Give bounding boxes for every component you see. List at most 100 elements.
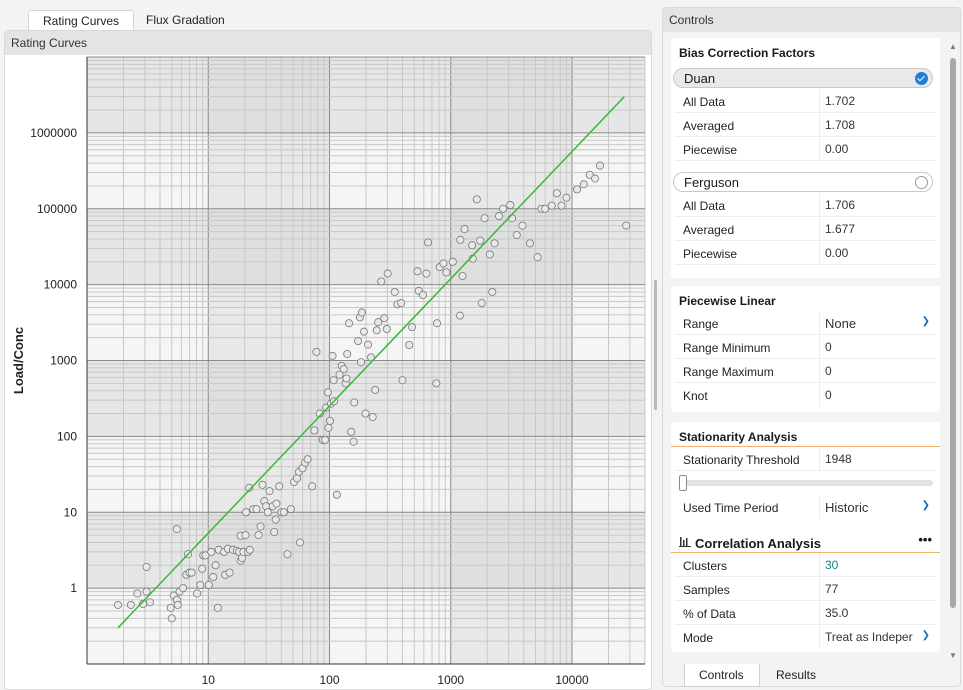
correlation-title: Correlation Analysis: [695, 536, 821, 551]
data-point: [126, 600, 135, 609]
row-label: Averaged: [683, 119, 735, 133]
controls-panel: Controls Bias Correction Factors Duan Al…: [662, 7, 961, 687]
data-point: [372, 326, 381, 335]
chevron-down-icon[interactable]: ❯: [922, 630, 930, 641]
rating-curve-chart[interactable]: 10 100 1000 10000 1 10 100 1000 10000 100000 10000…: [5, 55, 651, 690]
mode-select[interactable]: Treat as Indeper: [825, 630, 921, 644]
row-value: 0.00: [825, 246, 849, 260]
scroll-up-icon[interactable]: ▲: [949, 42, 957, 51]
data-point: [579, 180, 588, 189]
slider-thumb[interactable]: [679, 475, 687, 491]
data-point: [345, 319, 354, 328]
data-point: [507, 214, 516, 223]
ferguson-option[interactable]: Ferguson: [673, 172, 933, 192]
data-point: [225, 568, 234, 577]
used-time-period-row[interactable]: Used Time Period Historic ❯: [675, 496, 936, 519]
data-point: [283, 550, 292, 559]
row-value: 0.00: [825, 142, 849, 156]
y-tick-label: 10: [64, 505, 78, 519]
row-label: Samples: [683, 583, 730, 597]
duan-all-data-row: All Data 1.702: [675, 90, 936, 113]
row-label: Knot: [683, 389, 708, 403]
section-divider: [671, 446, 940, 447]
tab-flux-gradation[interactable]: Flux Gradation: [132, 10, 239, 30]
tab-rating-curves[interactable]: Rating Curves: [28, 10, 135, 30]
data-point: [499, 204, 508, 213]
mode-row[interactable]: Mode Treat as Indeper ❯: [675, 626, 936, 649]
section-divider: [671, 552, 940, 553]
time-period-select[interactable]: Historic: [825, 500, 868, 515]
range-select[interactable]: None: [825, 316, 856, 331]
data-point: [512, 231, 521, 240]
row-label: Clusters: [683, 559, 728, 573]
piecewise-section: Piecewise Linear Range None ❯ Range Minimu…: [671, 286, 940, 412]
data-point: [173, 600, 182, 609]
chevron-down-icon[interactable]: ❯: [922, 500, 930, 511]
data-point: [368, 413, 377, 422]
data-point: [329, 376, 338, 385]
ferguson-label: Ferguson: [684, 175, 739, 190]
rating-curves-panel: Rating Curves 10 100 1000 10000 1 10 100 1000 10…: [4, 30, 652, 690]
data-point: [390, 287, 399, 296]
scrollbar-thumb[interactable]: [950, 58, 956, 608]
knot-field[interactable]: 0: [825, 388, 832, 402]
data-point: [573, 185, 582, 194]
data-point: [343, 349, 352, 358]
row-label: Piecewise: [683, 247, 738, 261]
data-point: [380, 314, 389, 323]
range-minimum-field[interactable]: 0: [825, 340, 832, 354]
x-tick-label: 100: [319, 673, 339, 687]
data-point: [547, 201, 556, 210]
bias-section-title: Bias Correction Factors: [679, 46, 816, 60]
row-label: Range Maximum: [683, 365, 774, 379]
samples-row: Samples 77: [675, 578, 936, 601]
data-point: [377, 277, 386, 286]
duan-piecewise-row: Piecewise 0.00: [675, 138, 936, 161]
row-value: 1.702: [825, 94, 856, 108]
data-point: [275, 482, 284, 491]
data-point: [295, 538, 304, 547]
row-value: 1.706: [825, 198, 856, 212]
x-tick-label: 10000: [555, 673, 589, 687]
data-point: [270, 527, 279, 536]
data-point: [591, 174, 600, 183]
data-point: [323, 388, 332, 397]
duan-averaged-row: Averaged 1.708: [675, 114, 936, 137]
splitter-handle[interactable]: [654, 280, 657, 410]
data-point: [472, 195, 481, 204]
data-point: [207, 547, 216, 556]
data-point: [468, 241, 477, 250]
more-options-button[interactable]: •••: [918, 532, 932, 547]
data-point: [364, 340, 373, 349]
x-tick-label: 1000: [437, 673, 464, 687]
scroll-down-icon[interactable]: ▼: [949, 651, 957, 660]
data-point: [371, 385, 380, 394]
stationarity-title: Stationarity Analysis: [679, 430, 798, 444]
data-point: [490, 239, 499, 248]
data-point: [213, 603, 222, 612]
data-point: [286, 505, 295, 514]
data-point: [179, 584, 188, 593]
chevron-down-icon[interactable]: ❯: [922, 316, 930, 327]
range-row[interactable]: Range None ❯: [675, 312, 936, 335]
ferguson-radio-icon[interactable]: [915, 176, 928, 189]
data-point: [211, 561, 220, 570]
data-point: [241, 531, 250, 540]
duan-radio-icon[interactable]: [915, 72, 928, 85]
tab-results[interactable]: Results: [762, 664, 830, 687]
tab-controls[interactable]: Controls: [684, 664, 760, 687]
range-maximum-field[interactable]: 0: [825, 364, 832, 378]
duan-option[interactable]: Duan: [673, 68, 933, 88]
controls-title: Controls: [663, 8, 960, 32]
data-point: [485, 250, 494, 259]
data-point: [455, 311, 464, 320]
controls-scrollbar[interactable]: ▲ ▼: [947, 38, 959, 660]
data-point: [448, 257, 457, 266]
threshold-field[interactable]: 1948: [825, 452, 852, 466]
threshold-slider[interactable]: [679, 475, 933, 491]
data-point: [422, 269, 431, 278]
row-value: 1.708: [825, 118, 856, 132]
data-point: [418, 290, 427, 299]
data-point: [254, 531, 263, 540]
data-point: [324, 423, 333, 432]
